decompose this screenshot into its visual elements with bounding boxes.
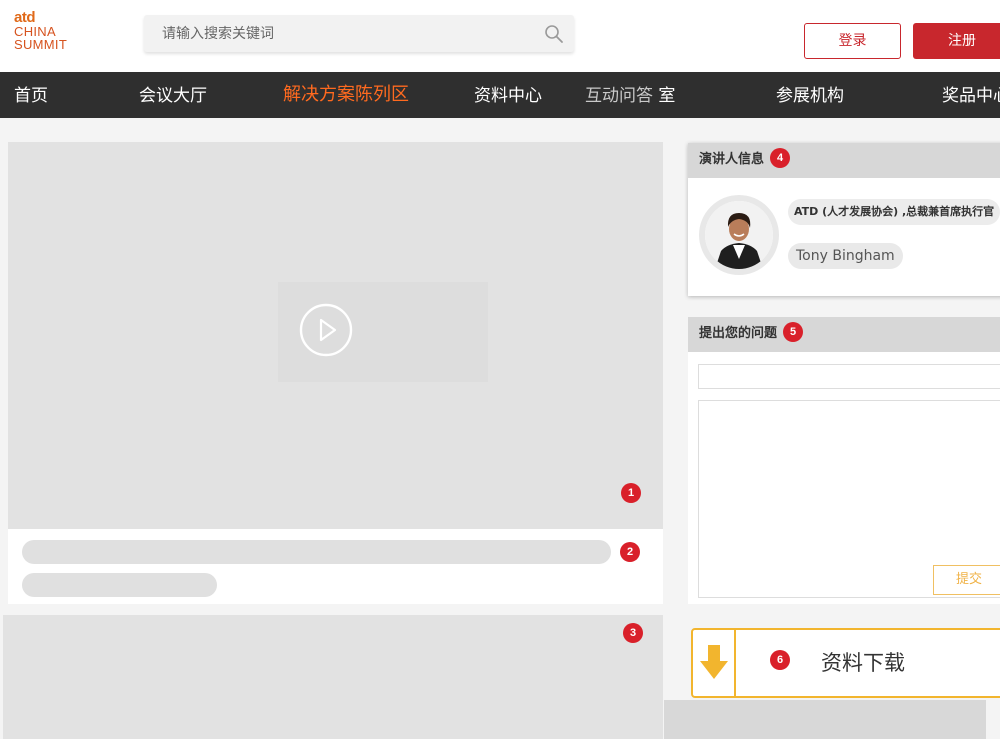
speaker-name-pill: Tony Bingham xyxy=(788,243,903,269)
submit-question-button[interactable]: 提交 xyxy=(933,565,1000,595)
session-title-area: 2 xyxy=(8,529,663,604)
nav-item-qa-suffix: 室 xyxy=(658,86,676,106)
speaker-title-pill: ATD (人才发展协会) ,总裁兼首席执行官 xyxy=(788,199,1000,225)
logo-summit-text: SUMMIT xyxy=(14,37,68,52)
download-arrow-icon xyxy=(700,645,728,679)
badge-4: 4 xyxy=(770,148,791,168)
page: atd CHINA SUMMIT 登录 注册 首页 会议大厅 解决方案陈列区 资… xyxy=(0,0,1000,739)
logo-atd-text: atd xyxy=(14,9,36,26)
ask-question-panel: 提出您的问题 5 提交 xyxy=(688,317,1000,604)
play-icon[interactable] xyxy=(299,303,353,357)
nav-item-qa-label: 互动问答 xyxy=(585,86,653,106)
badge-6: 6 xyxy=(770,650,790,670)
register-button[interactable]: 注册 xyxy=(913,23,1000,59)
badge-2: 2 xyxy=(620,542,640,562)
atd-china-summit-logo[interactable]: atd CHINA SUMMIT xyxy=(14,10,94,58)
ask-question-heading: 提出您的问题 xyxy=(699,326,778,341)
nav-item-solutions-showcase[interactable]: 解决方案陈列区 xyxy=(283,72,409,118)
avatar xyxy=(705,201,773,269)
badge-5: 5 xyxy=(783,322,804,342)
search-input[interactable] xyxy=(144,15,534,52)
search-icon[interactable] xyxy=(544,24,564,44)
subtitle-placeholder-bar xyxy=(22,573,217,597)
main-nav: 首页 会议大厅 解决方案陈列区 资料中心 互动问答 室 参展机构 奖品中心 xyxy=(0,72,1000,118)
speaker-avatar-frame xyxy=(699,195,779,275)
session-content-block: 3 xyxy=(3,615,663,739)
bottom-placeholder-block xyxy=(664,700,986,739)
nav-item-exhibitors[interactable]: 参展机构 xyxy=(776,72,844,118)
speaker-info-heading: 演讲人信息 xyxy=(699,152,765,167)
nav-item-prize-center[interactable]: 奖品中心 xyxy=(942,72,1000,118)
nav-item-conference-hall[interactable]: 会议大厅 xyxy=(139,72,207,118)
speaker-photo-icon xyxy=(705,201,773,269)
search-bar xyxy=(144,15,574,52)
ask-question-header: 提出您的问题 5 xyxy=(688,317,1000,352)
speaker-info-card: 演讲人信息 4 ATD (人才发展协会) ,总裁兼首席执行官 Tony Bingh… xyxy=(688,143,1000,296)
header: atd CHINA SUMMIT 登录 注册 xyxy=(0,0,1000,72)
badge-1: 1 xyxy=(621,483,641,503)
download-icon-cell xyxy=(693,630,736,696)
download-label: 资料下载 xyxy=(821,651,905,675)
badge-3: 3 xyxy=(623,623,643,643)
question-subject-input[interactable] xyxy=(698,364,1000,389)
nav-item-interactive-qa[interactable]: 互动问答 室 xyxy=(585,72,675,118)
login-button[interactable]: 登录 xyxy=(804,23,901,59)
video-player[interactable]: 1 xyxy=(8,142,663,529)
nav-item-home[interactable]: 首页 xyxy=(14,72,48,118)
nav-item-resource-center[interactable]: 资料中心 xyxy=(474,72,542,118)
speaker-info-header: 演讲人信息 4 xyxy=(688,143,1000,178)
download-materials-button[interactable]: 6 资料下载 xyxy=(691,628,1000,698)
title-placeholder-bar xyxy=(22,540,611,564)
